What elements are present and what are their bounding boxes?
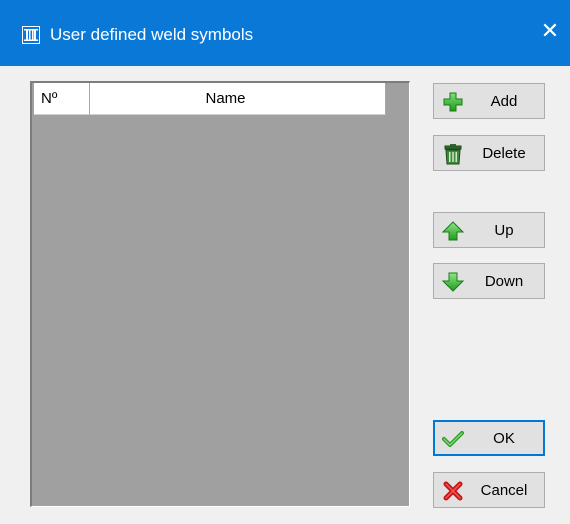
up-label: Up bbox=[494, 221, 514, 239]
ok-button[interactable]: OK bbox=[433, 420, 545, 456]
down-label: Down bbox=[484, 272, 524, 290]
green-plus-icon bbox=[443, 92, 463, 112]
green-down-arrow-icon bbox=[442, 272, 464, 292]
title-bar[interactable]: User defined weld symbols ✕ bbox=[0, 0, 570, 66]
green-check-icon bbox=[442, 431, 464, 447]
add-label: Add bbox=[490, 92, 518, 110]
column-header-name[interactable]: Name bbox=[90, 83, 386, 115]
cancel-button[interactable]: Cancel bbox=[433, 472, 545, 508]
add-button[interactable]: Add bbox=[433, 83, 545, 119]
up-button[interactable]: Up bbox=[433, 212, 545, 248]
ok-label: OK bbox=[493, 429, 515, 447]
close-button[interactable]: ✕ bbox=[530, 6, 570, 56]
trash-can-icon bbox=[444, 144, 462, 165]
weld-symbols-list[interactable]: Nº Name bbox=[30, 81, 410, 507]
delete-button[interactable]: Delete bbox=[433, 135, 545, 171]
dialog-window: User defined weld symbols ✕ Nº Name Add bbox=[0, 0, 570, 524]
red-x-icon bbox=[443, 481, 463, 501]
cancel-label: Cancel bbox=[480, 481, 528, 499]
column-header-number[interactable]: Nº bbox=[34, 83, 90, 115]
close-icon: ✕ bbox=[540, 18, 560, 43]
list-header: Nº Name bbox=[34, 83, 386, 115]
delete-label: Delete bbox=[482, 144, 526, 162]
green-up-arrow-icon bbox=[442, 221, 464, 241]
dialog-app-icon bbox=[22, 26, 40, 44]
dialog-title: User defined weld symbols bbox=[50, 25, 254, 44]
down-button[interactable]: Down bbox=[433, 263, 545, 299]
